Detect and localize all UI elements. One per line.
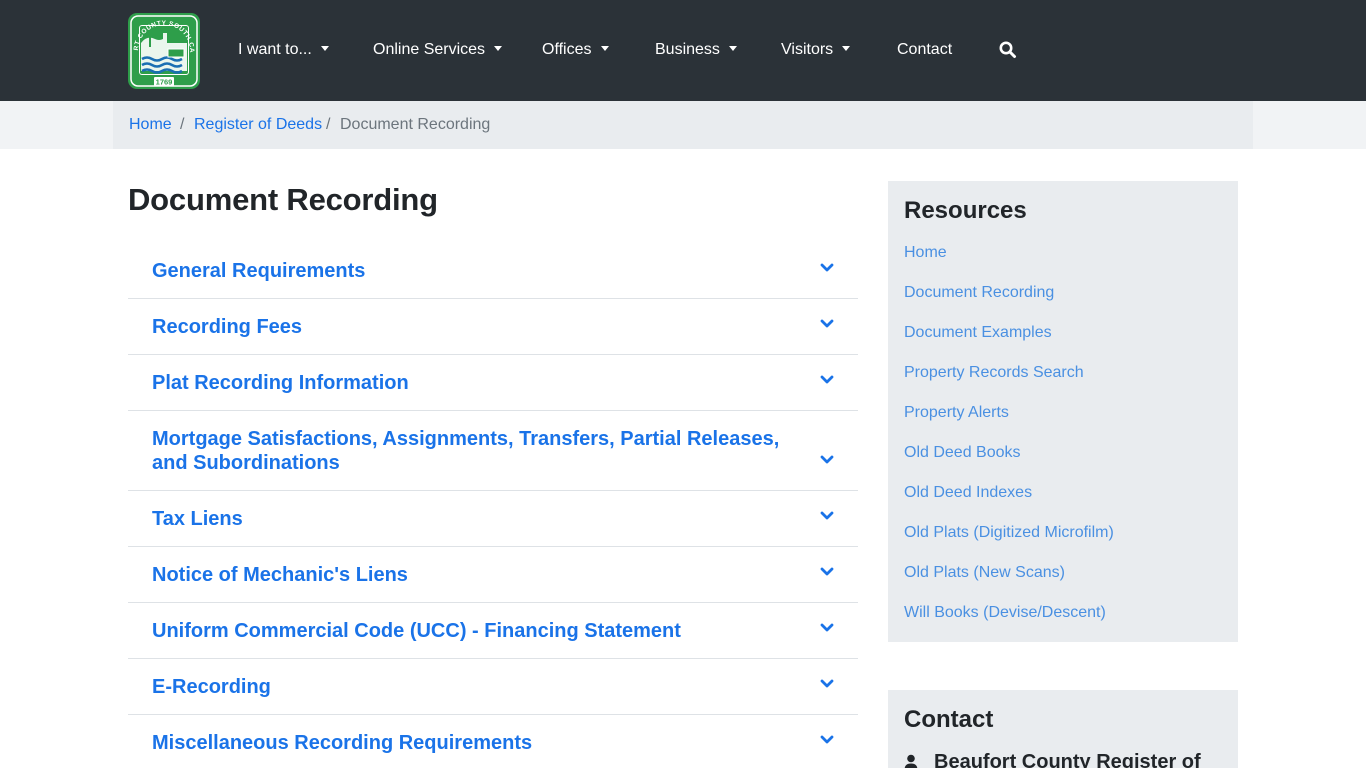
chevron-down-icon [820, 455, 834, 464]
resource-link-old-deed-indexes[interactable]: Old Deed Indexes [904, 482, 1032, 504]
accordion-label: Tax Liens [152, 508, 243, 530]
caret-down-icon [842, 46, 851, 51]
accordion-label: Uniform Commercial Code (UCC) - Financin… [152, 620, 681, 642]
search-button[interactable] [998, 40, 1018, 60]
resource-link-old-plats-new-scans[interactable]: Old Plats (New Scans) [904, 562, 1065, 584]
nav-label: Business [655, 41, 720, 58]
chevron-down-icon [820, 623, 834, 632]
chevron-down-icon [820, 319, 834, 328]
nav-label: Online Services [373, 41, 486, 58]
resource-link-old-plats-microfilm[interactable]: Old Plats (Digitized Microfilm) [904, 522, 1114, 544]
resource-link-property-alerts[interactable]: Property Alerts [904, 402, 1009, 424]
page-title: Document Recording [128, 182, 438, 217]
nav-label: Contact [897, 41, 953, 58]
breadcrumb-separator: / [326, 116, 331, 133]
caret-down-icon [494, 46, 503, 51]
caret-down-icon [728, 46, 737, 51]
nav-online-services[interactable]: Online Services [373, 38, 503, 62]
nav-label: Offices [542, 41, 592, 58]
resource-link-document-recording[interactable]: Document Recording [904, 282, 1054, 304]
navbar: BEAUFORT COUNTY SOUTH CAROLINA 1769 I wa… [0, 0, 1366, 101]
breadcrumb-current: Document Recording [340, 116, 491, 133]
resources-title: Resources [904, 197, 1027, 224]
accordion-mortgage-satisfactions[interactable]: Mortgage Satisfactions, Assignments, Tra… [128, 411, 858, 491]
accordion-label: Plat Recording Information [152, 372, 409, 394]
chevron-down-icon [820, 567, 834, 576]
resource-link-property-records-search[interactable]: Property Records Search [904, 362, 1084, 384]
chevron-down-icon [820, 263, 834, 272]
chevron-down-icon [820, 679, 834, 688]
accordion-miscellaneous[interactable]: Miscellaneous Recording Requirements [128, 715, 858, 768]
nav-label: I want to... [238, 41, 312, 58]
accordion-label: Mortgage Satisfactions, Assignments, Tra… [152, 428, 780, 474]
accordion-ucc-financing[interactable]: Uniform Commercial Code (UCC) - Financin… [128, 603, 858, 659]
nav-i-want-to[interactable]: I want to... [238, 38, 329, 62]
breadcrumb-home[interactable]: Home [129, 114, 172, 136]
breadcrumb-separator: / [180, 116, 185, 133]
accordion-e-recording[interactable]: E-Recording [128, 659, 858, 715]
search-icon [999, 41, 1016, 58]
chevron-down-icon [820, 375, 834, 384]
breadcrumb-register-of-deeds[interactable]: Register of Deeds [194, 114, 322, 136]
contact-title: Contact [904, 706, 994, 733]
breadcrumb-link[interactable]: Register of Deeds [194, 116, 322, 133]
accordion-recording-fees[interactable]: Recording Fees [128, 299, 858, 355]
user-icon [904, 754, 918, 768]
breadcrumb-link[interactable]: Home [129, 116, 172, 133]
resource-link-will-books[interactable]: Will Books (Devise/Descent) [904, 602, 1106, 624]
logo-year: 1769 [156, 78, 173, 87]
nav-label: Visitors [781, 41, 834, 58]
caret-down-icon [320, 46, 329, 51]
chevron-down-icon [820, 735, 834, 744]
contact-name: Beaufort County Register of [934, 751, 1201, 768]
accordion-label: General Requirements [152, 260, 366, 282]
accordion-label: Miscellaneous Recording Requirements [152, 732, 533, 754]
accordion-general-requirements[interactable]: General Requirements [128, 242, 858, 299]
accordion-label: Recording Fees [152, 316, 303, 338]
nav-business[interactable]: Business [655, 38, 737, 62]
nav-visitors[interactable]: Visitors [781, 38, 851, 62]
accordion-plat-recording[interactable]: Plat Recording Information [128, 355, 858, 411]
nav-contact[interactable]: Contact [897, 38, 952, 62]
resource-link-old-deed-books[interactable]: Old Deed Books [904, 442, 1021, 464]
caret-down-icon [600, 46, 609, 51]
resource-link-home[interactable]: Home [904, 242, 947, 264]
contact-name-row: Beaufort County Register of [904, 750, 1224, 768]
nav-offices[interactable]: Offices [542, 38, 609, 62]
accordion-label: E-Recording [152, 676, 271, 698]
resource-link-document-examples[interactable]: Document Examples [904, 322, 1052, 344]
accordion-mechanics-liens[interactable]: Notice of Mechanic's Liens [128, 547, 858, 603]
accordion-tax-liens[interactable]: Tax Liens [128, 491, 858, 547]
accordion-label: Notice of Mechanic's Liens [152, 564, 408, 586]
chevron-down-icon [820, 511, 834, 520]
county-seal-logo[interactable]: BEAUFORT COUNTY SOUTH CAROLINA 1769 [125, 8, 200, 89]
